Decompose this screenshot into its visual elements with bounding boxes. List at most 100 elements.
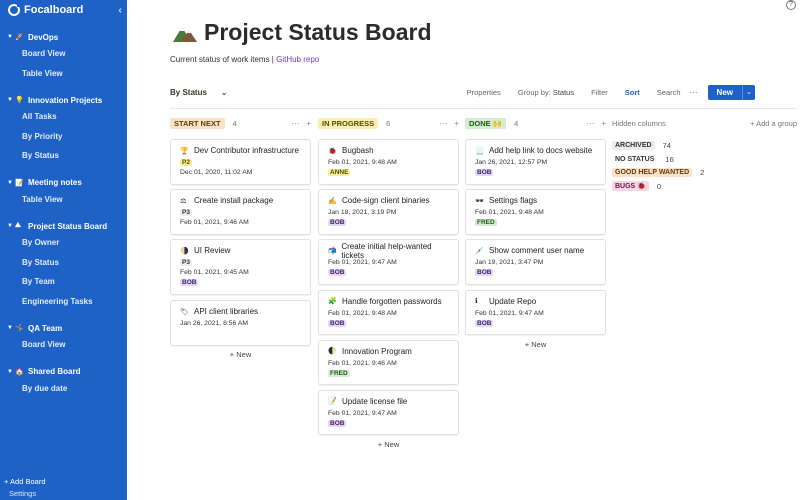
add-new-card-button[interactable]: + New <box>170 350 311 359</box>
sidebar-board-item[interactable]: ▼ 💡 Innovation Projects <box>0 93 127 107</box>
board-card[interactable]: 🕶 Settings flags Feb 01, 2021, 9:48 AM FRED <box>465 189 606 235</box>
column-add-icon[interactable]: + <box>601 119 606 128</box>
card-pill-row: BOB <box>328 317 449 327</box>
board-card[interactable]: 💉 Show comment user name Jan 19, 2021, 3:4… <box>465 239 606 285</box>
github-repo-link[interactable]: GitHub repo <box>276 55 319 64</box>
column-more-icon[interactable]: ··· <box>586 119 594 128</box>
sidebar-board-group: ▼ 🤸 QA Team Board View <box>0 321 127 355</box>
card-title-text: Innovation Program <box>342 346 412 356</box>
card-pill-row: P2 <box>180 156 301 166</box>
board-card[interactable]: 🧩 Handle forgotten passwords Feb 01, 2021,… <box>318 289 459 336</box>
view-toolbar: By Status ⌄ Properties Group by: Status … <box>170 84 755 100</box>
board-card[interactable]: 🏆 Dev Contributor infrastructure P2 Dec 01,… <box>170 139 311 185</box>
card-property-badge: BOB <box>475 319 494 327</box>
sidebar-view-item[interactable]: All Tasks <box>0 107 127 127</box>
card-date: Jan 26, 2021, 8:56 AM <box>180 320 249 328</box>
sidebar-view-item[interactable]: By Status <box>0 146 127 166</box>
sidebar-view-item[interactable]: Table View <box>0 190 127 210</box>
caret-down-icon[interactable]: ▼ <box>7 180 15 186</box>
board-card[interactable]: 📃 Add help link to docs website Jan 26, 20… <box>465 139 606 185</box>
logo[interactable]: Focalboard ‹‹ <box>0 0 127 20</box>
sidebar-board-item[interactable]: ▼ 🚀 DevOps <box>0 30 127 44</box>
sidebar-board-name: Project Status Board <box>28 221 108 231</box>
sidebar-view-item[interactable]: Board View <box>0 44 127 64</box>
card-emoji-icon: 🧩 <box>328 298 337 306</box>
sidebar-view-item[interactable]: Engineering Tasks <box>0 292 127 312</box>
sort-button[interactable]: Sort <box>625 88 640 97</box>
hidden-column-item[interactable]: NO STATUS 16 <box>612 153 797 167</box>
sidebar-view-item[interactable]: By Team <box>0 272 127 292</box>
help-icon[interactable]: ? <box>786 0 796 10</box>
page-title[interactable]: Project Status Board <box>204 19 432 46</box>
column-add-icon[interactable]: + <box>306 119 311 128</box>
card-date: Feb 01, 2021, 9:47 AM <box>328 409 397 417</box>
add-new-card-button[interactable]: + New <box>465 340 606 349</box>
sidebar-view-item[interactable]: By Priority <box>0 127 127 147</box>
properties-button[interactable]: Properties <box>467 88 501 97</box>
board-card[interactable]: 🐞 Bugbash Feb 01, 2021, 9:48 AM ANNE <box>318 139 459 185</box>
new-dropdown-chevron-icon[interactable]: ⌄ <box>742 84 755 100</box>
card-title: 🕶 Settings flags <box>475 195 596 206</box>
column-more-icon[interactable]: ··· <box>291 119 299 128</box>
column-label[interactable]: IN PROGRESS <box>318 117 379 129</box>
column-actions: ··· + <box>579 119 606 128</box>
hidden-column-item[interactable]: ARCHIVED 74 <box>612 139 797 153</box>
sidebar-view-item[interactable]: By Owner <box>0 233 127 253</box>
board-card[interactable]: 📝 Update license file Feb 01, 2021, 9:47 A… <box>318 389 459 436</box>
caret-down-icon[interactable]: ▼ <box>7 34 15 40</box>
board-card[interactable]: ℹ Update Repo Feb 01, 2021, 9:47 AM BOB <box>465 289 606 336</box>
sidebar-board-item[interactable]: ▼ ⛰ Project Status Board <box>0 219 127 233</box>
column-more-icon[interactable]: ··· <box>439 119 447 128</box>
sidebar-view-item[interactable]: Board View <box>0 335 127 355</box>
board-card[interactable]: ⚖ Create install package P3 Feb 01, 2021, 9… <box>170 189 311 235</box>
board-card[interactable]: ✍ Code-sign client binaries Jan 18, 2021, … <box>318 189 459 235</box>
board-description[interactable]: Current status of work items | GitHub re… <box>170 55 319 64</box>
card-pill-row: BOB <box>328 417 449 427</box>
card-date: Jan 18, 2021, 3:19 PM <box>328 209 397 217</box>
board-card[interactable]: 🏷 API client libraries Jan 26, 2021, 8:56 … <box>170 300 311 346</box>
column-add-icon[interactable]: + <box>454 119 459 128</box>
column-label[interactable]: DONE 🙌 <box>465 117 507 129</box>
sidebar-view-item[interactable]: By Status <box>0 253 127 273</box>
new-card-button[interactable]: New <box>707 84 742 100</box>
hidden-column-item[interactable]: GOOD HELP WANTED 2 <box>612 166 797 180</box>
card-title-text: Update license file <box>342 396 408 406</box>
card-pill-row: ANNE <box>328 166 449 176</box>
view-selector[interactable]: By Status ⌄ <box>170 88 228 97</box>
caret-down-icon[interactable]: ▼ <box>7 97 15 103</box>
card-property-badge: ANNE <box>328 169 351 176</box>
column-label[interactable]: START NEXT <box>170 117 225 129</box>
board-card[interactable]: 🌗 UI Review P3 Feb 01, 2021, 9:45 AM BOB <box>170 239 311 296</box>
add-new-card-button[interactable]: + New <box>318 440 459 449</box>
add-group-button[interactable]: + Add a group <box>750 119 797 128</box>
card-emoji-icon: 📃 <box>475 147 484 155</box>
card-title: 🏷 API client libraries <box>180 306 301 317</box>
sidebar: Focalboard ‹‹ ▼ 🚀 DevOps Board View Table Vi… <box>0 0 127 500</box>
board-card[interactable]: 🌓 Innovation Program Feb 01, 2021, 9:46 AM… <box>318 339 459 386</box>
card-date: Feb 01, 2021, 9:47 AM <box>475 309 544 317</box>
card-property-badge: BOB <box>328 419 347 427</box>
caret-down-icon[interactable]: ▼ <box>7 325 15 331</box>
group-by-button[interactable]: Group by: Status <box>518 88 574 97</box>
mountain-icon[interactable] <box>172 23 198 43</box>
collapse-sidebar-icon[interactable]: ‹‹ <box>118 5 121 16</box>
card-emoji-icon: 🕶 <box>475 197 484 205</box>
card-property-badge: BOB <box>328 219 347 227</box>
card-title: ⚖ Create install package <box>180 195 301 206</box>
search-button[interactable]: Search <box>657 88 681 97</box>
board-card[interactable]: 📬 Create initial help-wanted tickets Feb 0… <box>318 239 459 285</box>
caret-down-icon[interactable]: ▼ <box>7 369 15 375</box>
hidden-column-item[interactable]: BUGS 🐞 0 <box>612 180 797 194</box>
filter-button[interactable]: Filter <box>591 88 608 97</box>
add-board-button[interactable]: + Add Board <box>4 476 46 488</box>
settings-button[interactable]: Settings <box>4 488 46 500</box>
toolbar-actions: Properties Group by: Status Filter Sort … <box>450 84 755 100</box>
caret-down-icon[interactable]: ▼ <box>7 223 15 229</box>
sidebar-view-item[interactable]: Table View <box>0 64 127 84</box>
sidebar-board-item[interactable]: ▼ 📝 Meeting notes <box>0 176 127 190</box>
sidebar-board-item[interactable]: ▼ 🏠 Shared Board <box>0 365 127 379</box>
sidebar-board-item[interactable]: ▼ 🤸 QA Team <box>0 321 127 335</box>
more-options-icon[interactable]: ··· <box>690 88 698 97</box>
sidebar-view-item[interactable]: By due date <box>0 379 127 399</box>
card-pill-row: FRED <box>328 367 449 377</box>
